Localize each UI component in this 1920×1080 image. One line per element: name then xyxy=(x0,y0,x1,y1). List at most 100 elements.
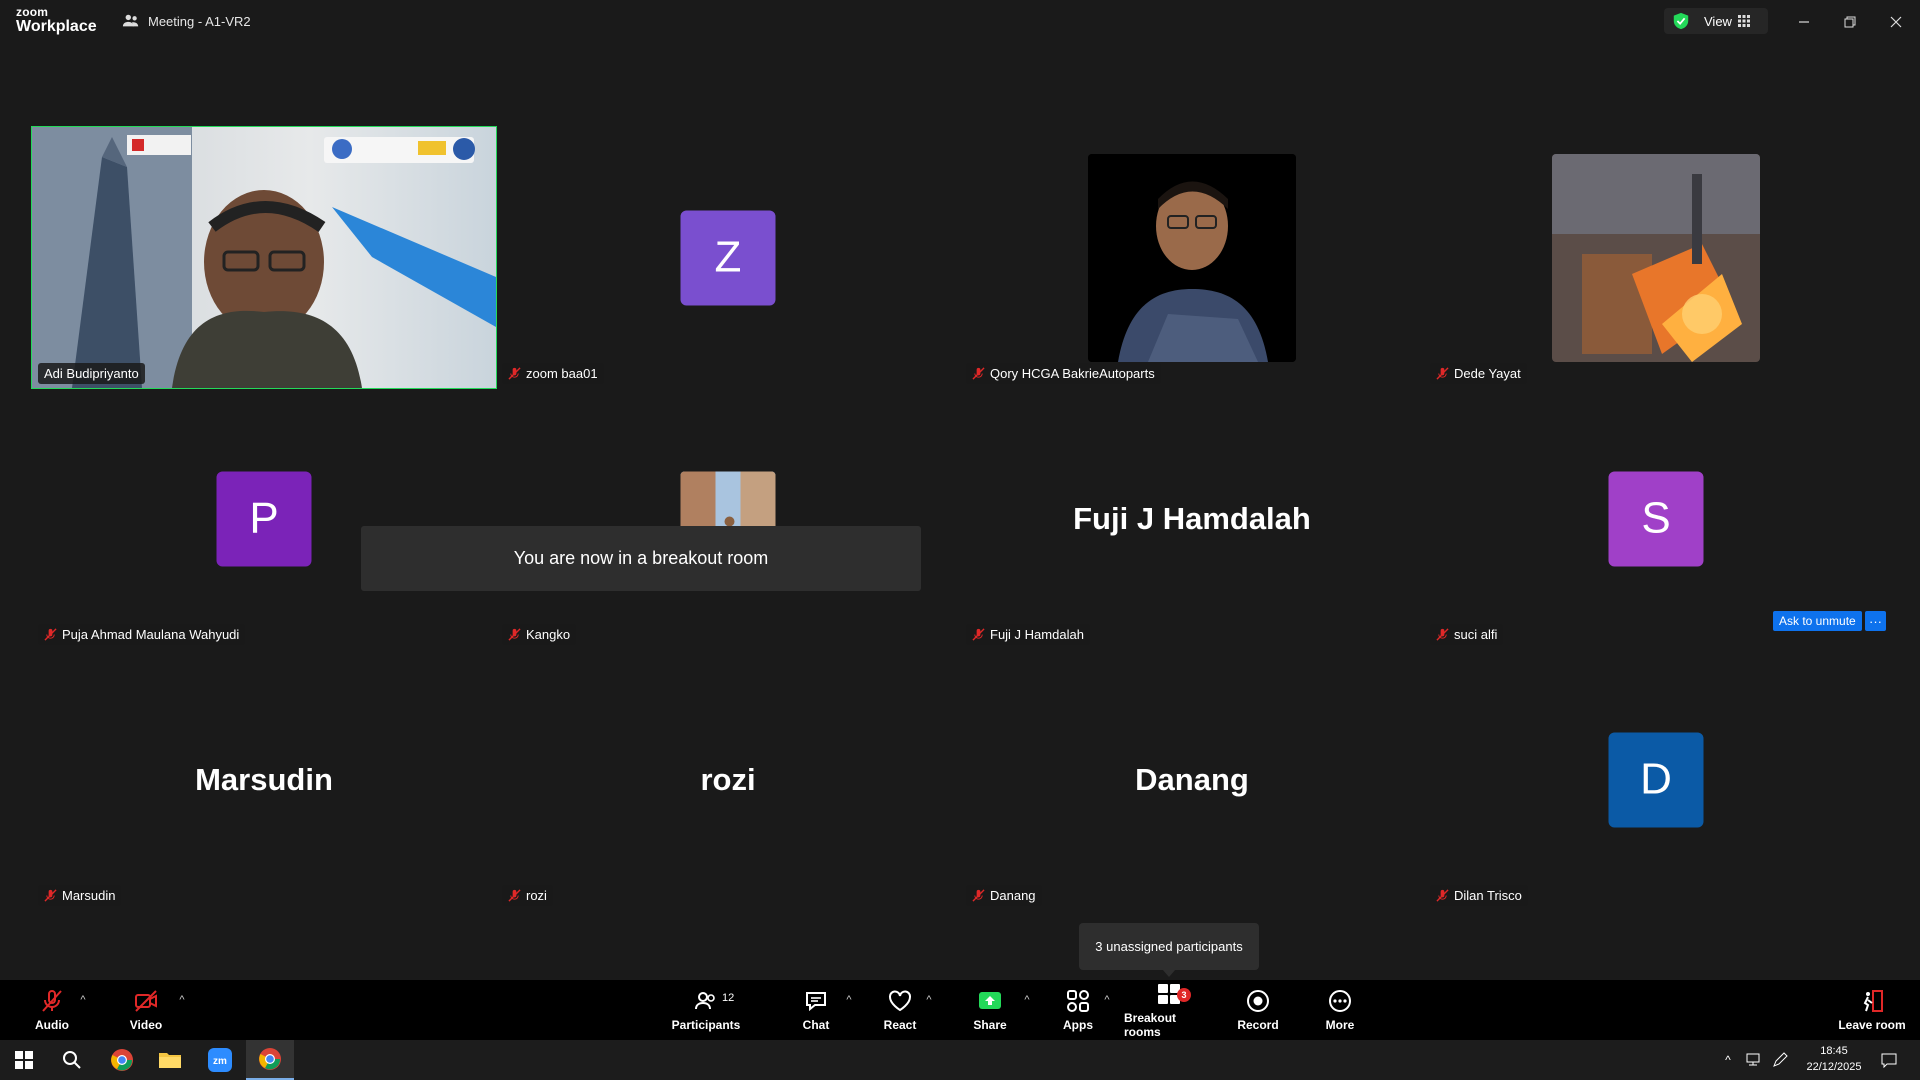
video-button[interactable]: Video xyxy=(122,980,170,1040)
avatar: Z xyxy=(680,210,776,305)
participant-display-name: rozi xyxy=(700,761,756,797)
clock-time: 18:45 xyxy=(1820,1045,1848,1057)
mic-muted-icon xyxy=(508,367,521,380)
taskbar-zoom[interactable]: zm xyxy=(196,1040,244,1080)
audio-options-chevron-icon[interactable]: ^ xyxy=(76,994,90,1006)
minimize-button[interactable] xyxy=(1792,10,1816,34)
system-clock[interactable]: 18:45 22/12/2025 xyxy=(1794,1043,1874,1075)
tray-chevron-icon[interactable]: ^ xyxy=(1716,1040,1740,1080)
video-tile-puja[interactable]: P Puja Ahmad Maulana Wahyudi xyxy=(32,388,496,649)
chat-label: Chat xyxy=(802,1018,830,1032)
name-tag: Fuji J Hamdalah xyxy=(966,624,1090,645)
video-tile-dilan[interactable]: D Dilan Trisco xyxy=(1424,649,1888,910)
avatar: D xyxy=(1608,732,1704,827)
participant-display-name: Fuji J Hamdalah xyxy=(1073,500,1311,536)
mic-muted-icon xyxy=(972,367,985,380)
participant-name: Fuji J Hamdalah xyxy=(990,627,1084,642)
chrome-icon xyxy=(259,1048,281,1070)
audio-button[interactable]: Audio xyxy=(28,980,76,1040)
breakout-badge: 3 xyxy=(1177,988,1191,1002)
video-tile-fuji[interactable]: Fuji J Hamdalah Fuji J Hamdalah xyxy=(960,388,1424,649)
video-tile-qory[interactable]: Qory HCGA BakrieAutoparts xyxy=(960,127,1424,388)
taskbar-chrome[interactable] xyxy=(98,1040,146,1080)
video-tile-dede[interactable]: Dede Yayat xyxy=(1424,127,1888,388)
react-button[interactable]: React xyxy=(876,980,924,1040)
leave-room-label: Leave room xyxy=(1838,1018,1906,1032)
participants-icon xyxy=(695,992,715,1010)
avatar-letter: P xyxy=(249,493,279,543)
meeting-title: Meeting - A1-VR2 xyxy=(148,13,251,29)
taskbar-chrome-active[interactable] xyxy=(246,1040,294,1080)
name-tag: Qory HCGA BakrieAutoparts xyxy=(966,363,1161,384)
participant-name: Marsudin xyxy=(62,888,116,903)
record-button[interactable]: Record xyxy=(1234,980,1282,1040)
share-button[interactable]: Share xyxy=(966,980,1014,1040)
os-taskbar: zm ^ 18:45 22/12/2025 xyxy=(0,1040,1920,1080)
video-tile-kangko[interactable]: Kangko xyxy=(496,388,960,649)
more-button[interactable]: More xyxy=(1316,980,1364,1040)
breakout-toast: You are now in a breakout room xyxy=(361,526,921,591)
leave-room-button[interactable]: Leave room xyxy=(1832,980,1912,1040)
zoom-app-icon: zm xyxy=(208,1048,232,1072)
participant-name: suci alfi xyxy=(1454,627,1498,642)
breakout-rooms-button[interactable]: Breakout rooms 3 xyxy=(1124,980,1214,1040)
react-options-chevron-icon[interactable]: ^ xyxy=(922,994,936,1006)
restore-button[interactable] xyxy=(1838,10,1862,34)
apps-options-chevron-icon[interactable]: ^ xyxy=(1100,994,1114,1006)
logo-zoom-text: zoom xyxy=(16,5,49,19)
participants-button[interactable]: Participants 12 xyxy=(670,980,742,1040)
video-tile-danang[interactable]: Danang Danang xyxy=(960,649,1424,910)
more-dots-icon: ··· xyxy=(1869,613,1882,629)
taskbar-search-button[interactable] xyxy=(48,1040,96,1080)
video-tile-marsudin[interactable]: Marsudin Marsudin xyxy=(32,649,496,910)
close-button[interactable] xyxy=(1884,10,1908,34)
video-tile-rozi[interactable]: rozi rozi xyxy=(496,649,960,910)
breakout-rooms-label: Breakout rooms xyxy=(1124,1011,1177,1039)
video-scene xyxy=(32,127,496,388)
pen-icon[interactable] xyxy=(1768,1040,1792,1080)
profile-photo xyxy=(1088,153,1296,362)
taskbar-file-explorer[interactable] xyxy=(146,1040,194,1080)
windows-start-button[interactable] xyxy=(0,1040,48,1080)
mic-muted-icon xyxy=(42,990,62,1012)
video-tile-adi[interactable]: Adi Budipriyanto xyxy=(31,126,497,389)
apps-label: Apps xyxy=(1063,1018,1093,1032)
mic-muted-icon xyxy=(44,889,57,902)
video-off-icon xyxy=(135,990,157,1012)
view-button[interactable]: View xyxy=(1664,8,1768,34)
chat-button[interactable]: Chat xyxy=(792,980,840,1040)
tooltip-text: 3 unassigned participants xyxy=(1095,939,1243,954)
share-screen-icon xyxy=(979,992,1001,1009)
network-icon[interactable] xyxy=(1742,1040,1766,1080)
mic-muted-icon xyxy=(508,628,521,641)
participants-label: Participants xyxy=(671,1018,741,1032)
more-icon xyxy=(1329,990,1351,1012)
chat-options-chevron-icon[interactable]: ^ xyxy=(842,994,856,1006)
folder-icon xyxy=(159,1053,181,1068)
mic-muted-icon xyxy=(1436,889,1449,902)
chat-icon xyxy=(806,992,826,1012)
mic-muted-icon xyxy=(1436,628,1449,641)
ask-to-unmute-button[interactable]: Ask to unmute xyxy=(1773,611,1862,631)
title-bar: zoom Workplace Meeting - A1-VR2 View xyxy=(0,0,1920,44)
meeting-info[interactable]: Meeting - A1-VR2 xyxy=(122,12,251,30)
video-tile-suci[interactable]: S suci alfi xyxy=(1424,388,1888,649)
video-options-chevron-icon[interactable]: ^ xyxy=(175,994,189,1006)
apps-button[interactable]: Apps xyxy=(1054,980,1102,1040)
participant-name: zoom baa01 xyxy=(526,366,598,381)
avatar-letter: Z xyxy=(714,232,742,282)
tile-more-options-button[interactable]: ··· xyxy=(1865,611,1886,631)
name-tag: Kangko xyxy=(502,624,577,645)
name-tag: Dilan Trisco xyxy=(1430,885,1528,906)
minimize-icon xyxy=(1799,21,1809,23)
notifications-button[interactable] xyxy=(1874,1040,1904,1080)
mic-muted-icon xyxy=(972,889,985,902)
person-photo xyxy=(1088,153,1296,362)
unassigned-tooltip: 3 unassigned participants xyxy=(1079,923,1259,970)
close-icon xyxy=(1890,16,1902,28)
video-tile-zoom-baa01[interactable]: Z zoom baa01 xyxy=(496,127,960,388)
share-options-chevron-icon[interactable]: ^ xyxy=(1020,994,1034,1006)
name-tag: suci alfi xyxy=(1430,624,1504,645)
mic-muted-icon xyxy=(508,889,521,902)
avatar: S xyxy=(1608,471,1704,566)
